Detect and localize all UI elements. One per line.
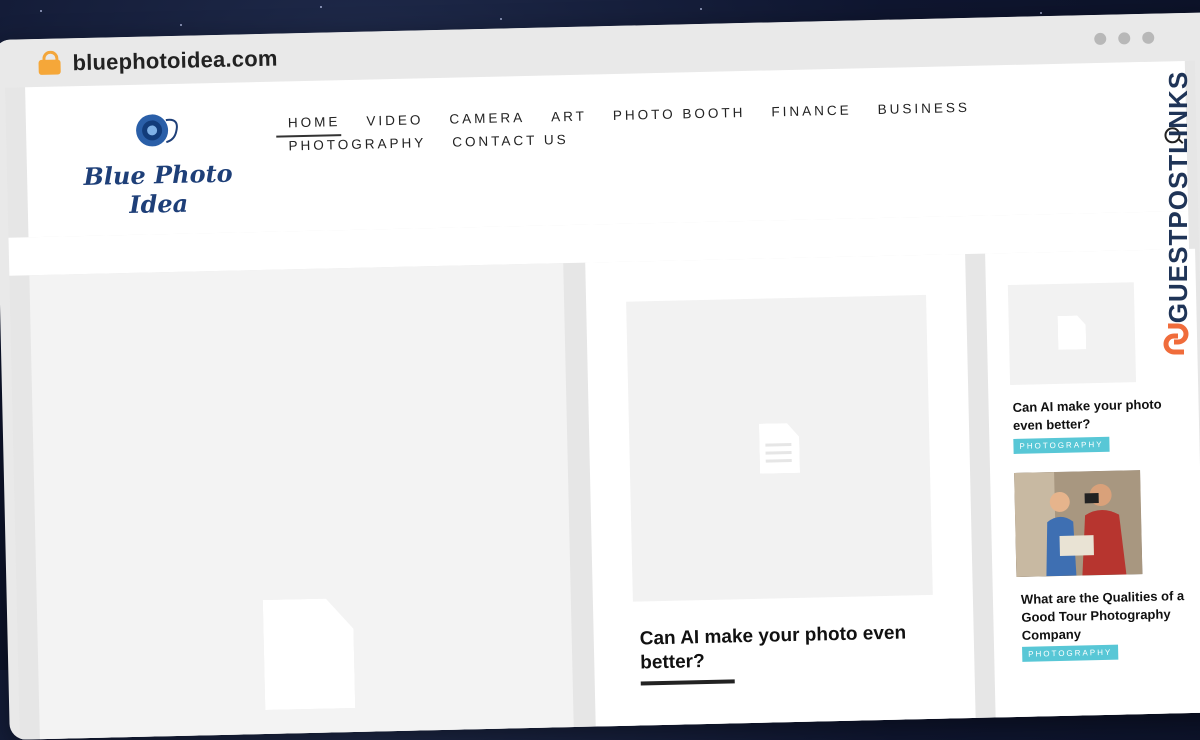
document-icon — [263, 598, 355, 710]
chain-link-icon — [1163, 323, 1189, 355]
sidebar-image-placeholder[interactable] — [1007, 282, 1137, 386]
window-controls[interactable] — [1094, 31, 1155, 46]
category-badge[interactable]: PHOTOGRAPHY — [1022, 644, 1119, 662]
window-dot-icon[interactable] — [1118, 32, 1131, 45]
window-dot-icon[interactable] — [1094, 32, 1107, 46]
featured-post-title[interactable]: Can AI make your photo even better? — [639, 621, 940, 676]
nav-item-video[interactable]: VIDEO — [366, 112, 423, 128]
nav-item-camera[interactable]: CAMERA — [449, 110, 525, 127]
logo-wordmark: Blue Photo Idea — [83, 158, 233, 219]
sidebar-post-title[interactable]: What are the Qualities of a Good Tour Ph… — [1021, 587, 1198, 645]
nav-item-business[interactable]: BUSINESS — [877, 100, 970, 117]
nav-item-finance[interactable]: FINANCE — [771, 103, 852, 120]
guestpostlinks-watermark: GUESTPOSTLINKS — [1160, 60, 1194, 360]
nav-item-photography[interactable]: PHOTOGRAPHY — [288, 135, 426, 153]
featured-post-card[interactable]: Can AI make your photo even better? — [585, 254, 976, 740]
nav-item-contact-us[interactable]: CONTACT US — [452, 132, 569, 150]
sidebar-post-title[interactable]: Can AI make your photo even better? — [1012, 395, 1189, 435]
address-bar[interactable]: bluephotoidea.com — [72, 46, 278, 77]
sidebar-post-image[interactable] — [1014, 470, 1143, 577]
featured-image-placeholder[interactable] — [626, 294, 933, 602]
document-icon — [759, 423, 800, 474]
title-underline — [640, 679, 735, 686]
category-badge[interactable]: PHOTOGRAPHY — [1013, 436, 1110, 454]
hero-placeholder[interactable] — [29, 263, 575, 740]
tourists-photo-icon — [1014, 470, 1143, 577]
site-header: Blue Photo Idea HOME VIDEO CAMERA ART PH… — [25, 60, 1189, 238]
site-logo[interactable]: Blue Photo Idea — [62, 106, 254, 219]
window-dot-icon[interactable] — [1142, 31, 1155, 44]
web-page: Blue Photo Idea HOME VIDEO CAMERA ART PH… — [5, 60, 1200, 740]
nav-item-photo-booth[interactable]: PHOTO BOOTH — [613, 105, 746, 123]
main-navigation: HOME VIDEO CAMERA ART PHOTO BOOTH FINANC… — [288, 99, 989, 161]
document-icon — [1058, 315, 1087, 350]
nav-item-home[interactable]: HOME — [288, 114, 341, 130]
browser-window: bluephotoidea.com Blue Photo Idea HOME V… — [0, 12, 1200, 740]
camera-lens-icon — [136, 114, 178, 147]
nav-item-art[interactable]: ART — [551, 109, 587, 125]
lock-icon — [38, 50, 61, 75]
brand-wordmark: GUESTPOSTLINKS — [1163, 70, 1193, 324]
